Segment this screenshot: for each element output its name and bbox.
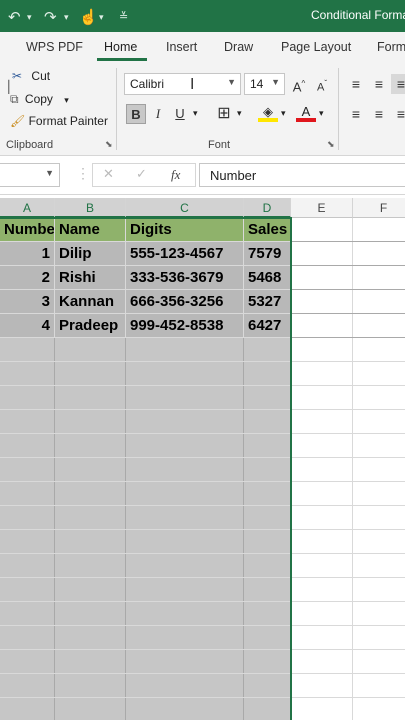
copy-label: Copy: [24, 92, 53, 106]
title-bar: ↶ ▾ ↷ ▾ ☝ ▾ ≚ Conditional Forma: [0, 0, 405, 32]
format-painter-label: Format Painter: [28, 114, 108, 128]
column-header-a[interactable]: A: [0, 198, 55, 218]
tab-home[interactable]: Home: [104, 40, 137, 54]
column-header-b[interactable]: B: [55, 198, 126, 218]
font-size-value: 14: [250, 77, 264, 91]
font-name-value: Calibri: [130, 77, 165, 91]
copy-button[interactable]: ⧉ Copy ▾: [10, 92, 69, 107]
formula-bar-grip-icon[interactable]: ⋮: [76, 165, 90, 182]
name-box-dropdown-icon[interactable]: ▼: [45, 168, 54, 178]
touch-dropdown-icon[interactable]: ▾: [99, 12, 104, 23]
cut-label: Cut: [31, 69, 51, 83]
font-name-dropdown-icon: ▼: [227, 77, 236, 87]
format-painter-button[interactable]: 🖌 Format Painter: [10, 114, 108, 128]
clipboard-launcher-icon[interactable]: ⬊: [105, 139, 113, 150]
underline-dropdown-icon[interactable]: ▾: [193, 108, 198, 119]
fill-color-dropdown-icon[interactable]: ▾: [281, 108, 286, 119]
formula-buttons: ✕ ✓ fx: [92, 163, 196, 187]
formula-bar: ▼ ⋮ ✕ ✓ fx Number: [0, 157, 405, 195]
window-title: Conditional Forma: [311, 8, 405, 22]
font-color-dropdown-icon[interactable]: ▾: [319, 108, 324, 119]
tab-page-layout[interactable]: Page Layout: [281, 40, 351, 54]
gridline: [352, 218, 353, 720]
scissors-icon: ✂: [12, 69, 23, 83]
align-top-icon[interactable]: ≡: [346, 74, 366, 94]
name-box[interactable]: ▼: [0, 163, 60, 187]
align-right-icon[interactable]: ≡: [391, 104, 405, 124]
paste-edge-icon[interactable]: ▕: [0, 80, 9, 94]
paintbrush-icon: 🖌: [10, 114, 26, 128]
customize-icon[interactable]: ≚: [119, 10, 128, 23]
column-header-f[interactable]: F: [353, 198, 405, 218]
italic-button[interactable]: I: [148, 104, 168, 124]
clipboard-group-label: Clipboard: [6, 139, 54, 151]
insert-function-icon[interactable]: fx: [171, 167, 180, 183]
column-header-e[interactable]: E: [291, 198, 353, 218]
group-divider: [116, 68, 117, 150]
column-header-d[interactable]: D: [244, 198, 291, 218]
align-center-icon[interactable]: ≡: [369, 104, 389, 124]
touch-mode-icon[interactable]: ☝: [79, 8, 98, 26]
group-divider: [338, 68, 339, 150]
font-size-dropdown-icon: ▼: [271, 77, 280, 87]
font-launcher-icon[interactable]: ⬊: [327, 139, 335, 150]
font-group-label: Font: [208, 139, 231, 151]
align-middle-icon[interactable]: ≡: [369, 74, 389, 94]
align-left-icon[interactable]: ≡: [346, 104, 366, 124]
tab-insert[interactable]: Insert: [166, 40, 197, 54]
decrease-font-icon[interactable]: Aˇ: [312, 74, 332, 94]
copy-icon: ⧉: [10, 92, 19, 106]
bold-button[interactable]: B: [126, 104, 146, 124]
tab-wps-pdf[interactable]: WPS PDF: [26, 40, 83, 54]
font-name-combo[interactable]: Calibri ▼: [124, 73, 241, 95]
tab-formulas[interactable]: Form: [377, 40, 405, 54]
increase-font-icon[interactable]: A^: [289, 74, 309, 94]
worksheet-grid[interactable]: A B C D E F Number Name Digits Sales 1 D…: [0, 198, 405, 720]
borders-dropdown-icon[interactable]: ▾: [237, 108, 242, 119]
underline-button[interactable]: U: [170, 104, 190, 124]
font-size-combo[interactable]: 14 ▼: [244, 73, 285, 95]
active-tab-indicator: [97, 58, 147, 61]
cancel-icon[interactable]: ✕: [103, 166, 114, 182]
column-header-c[interactable]: C: [126, 198, 244, 218]
undo-icon[interactable]: ↶: [8, 8, 21, 26]
fill-color-icon[interactable]: ◈: [258, 102, 278, 122]
enter-icon[interactable]: ✓: [136, 166, 147, 182]
selection-border: [0, 217, 292, 720]
ribbon: ▕ ✂ Cut ⧉ Copy ▾ 🖌 Format Painter Clipbo…: [0, 62, 405, 156]
undo-dropdown-icon[interactable]: ▾: [27, 12, 32, 23]
redo-dropdown-icon[interactable]: ▾: [64, 12, 69, 23]
text-cursor-icon: Ⅰ: [190, 76, 195, 93]
ribbon-tabs: WPS PDF Home Insert Draw Page Layout For…: [0, 32, 405, 62]
align-bottom-icon[interactable]: ≡: [391, 74, 405, 94]
copy-dropdown-icon: ▾: [64, 95, 69, 105]
font-color-icon[interactable]: A: [296, 102, 316, 122]
tab-draw[interactable]: Draw: [224, 40, 253, 54]
formula-input[interactable]: Number: [199, 163, 405, 187]
redo-icon[interactable]: ↷: [44, 8, 57, 26]
borders-icon[interactable]: ⊞: [214, 104, 234, 124]
cut-button[interactable]: ✂ Cut: [12, 69, 50, 83]
